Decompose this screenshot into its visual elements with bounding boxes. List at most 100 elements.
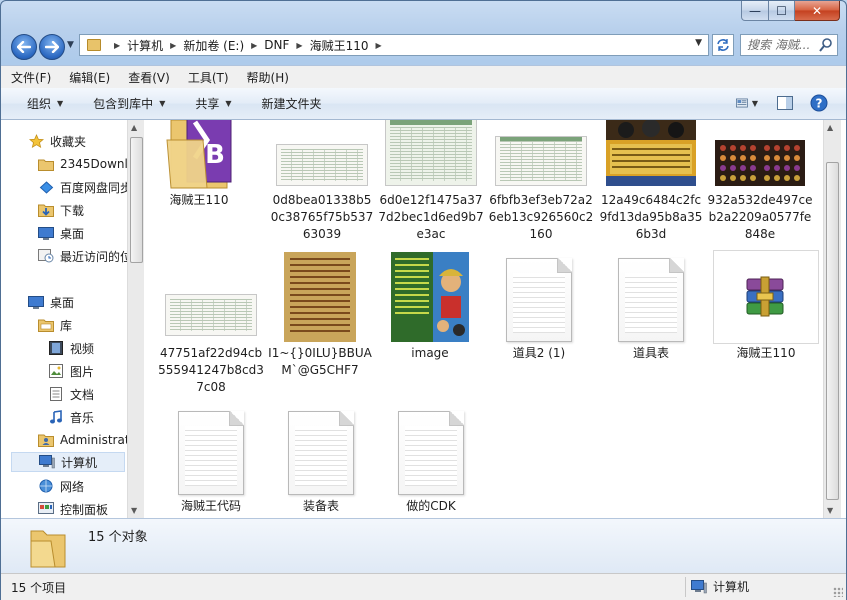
command-bar: 组织 ▼ 包含到库中 ▼ 共享 ▼ 新建文件夹 ▼ ?: [1, 88, 846, 120]
address-history-dropdown[interactable]: ▼: [695, 38, 702, 48]
sidebar-desktop-label: 桌面: [50, 295, 75, 310]
sidebar-item-label: 视频: [70, 341, 95, 356]
sidebar-item-recent[interactable]: 最近访问的位: [38, 246, 127, 266]
spreadsheet-image-icon: [165, 294, 257, 336]
include-in-library-button[interactable]: 包含到库中 ▼: [93, 95, 165, 112]
change-view-button[interactable]: ▼: [736, 93, 758, 113]
file-list: B 海贼王110 0d8bea01338b50c38765f75b5376303…: [144, 120, 823, 518]
document-thumbnail: [486, 250, 592, 342]
breadcrumb: ▶ 计算机 ▶ 新加卷 (E:) ▶ DNF ▶ 海贼王110 ▶: [107, 37, 389, 54]
scrollbar-thumb[interactable]: [826, 162, 839, 500]
resize-grip[interactable]: [833, 587, 843, 597]
image-thumbnail: [377, 250, 483, 342]
network-icon: [38, 479, 54, 493]
sidebar-item-administrator[interactable]: Administrat: [38, 430, 127, 450]
sidebar-item-documents[interactable]: 文档: [48, 384, 94, 404]
list-image-icon: [284, 252, 356, 342]
scroll-up-icon[interactable]: ▲: [827, 123, 833, 132]
sidebar-favorites[interactable]: 收藏夹: [28, 131, 86, 151]
computer-icon: [691, 579, 707, 594]
chevron-down-icon: ▼: [225, 99, 232, 108]
sidebar-desktop[interactable]: 桌面: [28, 292, 74, 312]
chevron-right-icon[interactable]: ▶: [114, 41, 120, 50]
preview-pane-icon: [777, 96, 793, 110]
maximize-button[interactable]: ☐: [769, 1, 795, 21]
share-button[interactable]: 共享 ▼: [195, 95, 231, 112]
sidebar-libraries[interactable]: 库: [38, 315, 72, 335]
recent-pages-dropdown[interactable]: ▼: [67, 40, 74, 50]
image-thumbnail: [488, 120, 594, 186]
sidebar-item-label: 最近访问的位: [60, 249, 127, 264]
computer-icon: [39, 455, 55, 469]
file-name: 做的CDK: [406, 499, 456, 513]
chevron-right-icon[interactable]: ▶: [296, 41, 302, 50]
file-name: 装备表: [302, 499, 339, 513]
sidebar-item-2345downloads[interactable]: 2345Downl: [38, 154, 127, 174]
navigation-row: ▼ ▶ 计算机 ▶ 新加卷 (E:) ▶ DNF ▶ 海贼王110 ▶ ▼: [9, 33, 838, 61]
address-bar[interactable]: ▶ 计算机 ▶ 新加卷 (E:) ▶ DNF ▶ 海贼王110 ▶ ▼: [79, 34, 709, 56]
sidebar-item-downloads[interactable]: 下载: [38, 200, 84, 220]
navigation-scrollbar[interactable]: ▲ ▼: [127, 120, 144, 518]
document-thumbnail: [378, 403, 484, 495]
help-button[interactable]: ?: [808, 93, 830, 113]
music-note-icon: [48, 410, 64, 424]
search-box[interactable]: [740, 34, 838, 56]
scroll-up-icon[interactable]: ▲: [131, 123, 137, 132]
sidebar-item-music[interactable]: 音乐: [48, 407, 94, 427]
documents-icon: [48, 387, 64, 401]
sidebar-item-baidu-sync[interactable]: 百度网盘同步: [38, 177, 127, 197]
sidebar-item-network[interactable]: 网络: [38, 476, 84, 496]
search-input[interactable]: [747, 38, 819, 52]
menu-view[interactable]: 查看(V): [118, 69, 178, 86]
preview-pane-button[interactable]: [774, 93, 796, 113]
recent-places-icon: [38, 249, 54, 263]
sidebar-item-videos[interactable]: 视频: [48, 338, 94, 358]
breadcrumb-dnf[interactable]: DNF: [264, 38, 289, 52]
toolbar-right: ▼ ?: [730, 93, 830, 113]
chevron-right-icon[interactable]: ▶: [170, 41, 176, 50]
back-button[interactable]: [11, 34, 37, 60]
close-button[interactable]: ✕: [795, 1, 840, 21]
caption-buttons: — ☐ ✕: [741, 1, 840, 21]
organize-button[interactable]: 组织 ▼: [27, 95, 63, 112]
icon-grid-image: [715, 140, 805, 186]
breadcrumb-drive[interactable]: 新加卷 (E:): [183, 37, 244, 54]
file-name: 47751af22d94cb555941247b8cd37c08: [158, 346, 264, 394]
anime-poster-icon: [606, 120, 696, 186]
file-name: 道具表: [632, 346, 669, 360]
folder-icon: B: [166, 120, 232, 189]
scroll-down-icon[interactable]: ▼: [827, 506, 833, 515]
scroll-down-icon[interactable]: ▼: [131, 506, 137, 515]
sidebar-item-label: 图片: [70, 364, 95, 379]
sidebar-item-computer[interactable]: 计算机: [11, 452, 125, 472]
chevron-right-icon[interactable]: ▶: [375, 41, 381, 50]
chevron-down-icon[interactable]: ▼: [752, 99, 758, 108]
menu-help[interactable]: 帮助(H): [237, 69, 297, 86]
sidebar-item-desktop-fav[interactable]: 桌面: [38, 223, 84, 243]
spreadsheet-image-icon: [276, 144, 368, 186]
breadcrumb-computer[interactable]: 计算机: [127, 37, 163, 54]
refresh-button[interactable]: [712, 34, 734, 56]
scrollbar-thumb[interactable]: [130, 137, 143, 263]
document-thumbnail: [158, 403, 264, 495]
menu-file[interactable]: 文件(F): [1, 69, 59, 86]
sidebar-item-label: 桌面: [60, 226, 85, 241]
svg-text:B: B: [205, 140, 225, 170]
chevron-right-icon[interactable]: ▶: [251, 41, 257, 50]
menu-edit[interactable]: 编辑(E): [59, 69, 118, 86]
minimize-button[interactable]: —: [741, 1, 769, 21]
search-icon[interactable]: [819, 37, 833, 53]
sidebar-item-control-panel[interactable]: 控制面板: [38, 499, 108, 518]
svg-text:?: ?: [816, 97, 823, 111]
menu-tools[interactable]: 工具(T): [178, 69, 237, 86]
new-folder-button[interactable]: 新建文件夹: [262, 95, 322, 112]
forward-button[interactable]: [39, 34, 65, 60]
text-document-icon: [618, 258, 684, 342]
breadcrumb-current[interactable]: 海贼王110: [310, 37, 369, 54]
view-options-icon: [736, 98, 748, 108]
sidebar-libraries-label: 库: [60, 318, 73, 333]
sidebar-item-pictures[interactable]: 图片: [48, 361, 94, 381]
folder-icon: [87, 39, 101, 51]
file-list-scrollbar[interactable]: ▲ ▼: [823, 120, 841, 518]
desktop-icon: [28, 295, 44, 309]
